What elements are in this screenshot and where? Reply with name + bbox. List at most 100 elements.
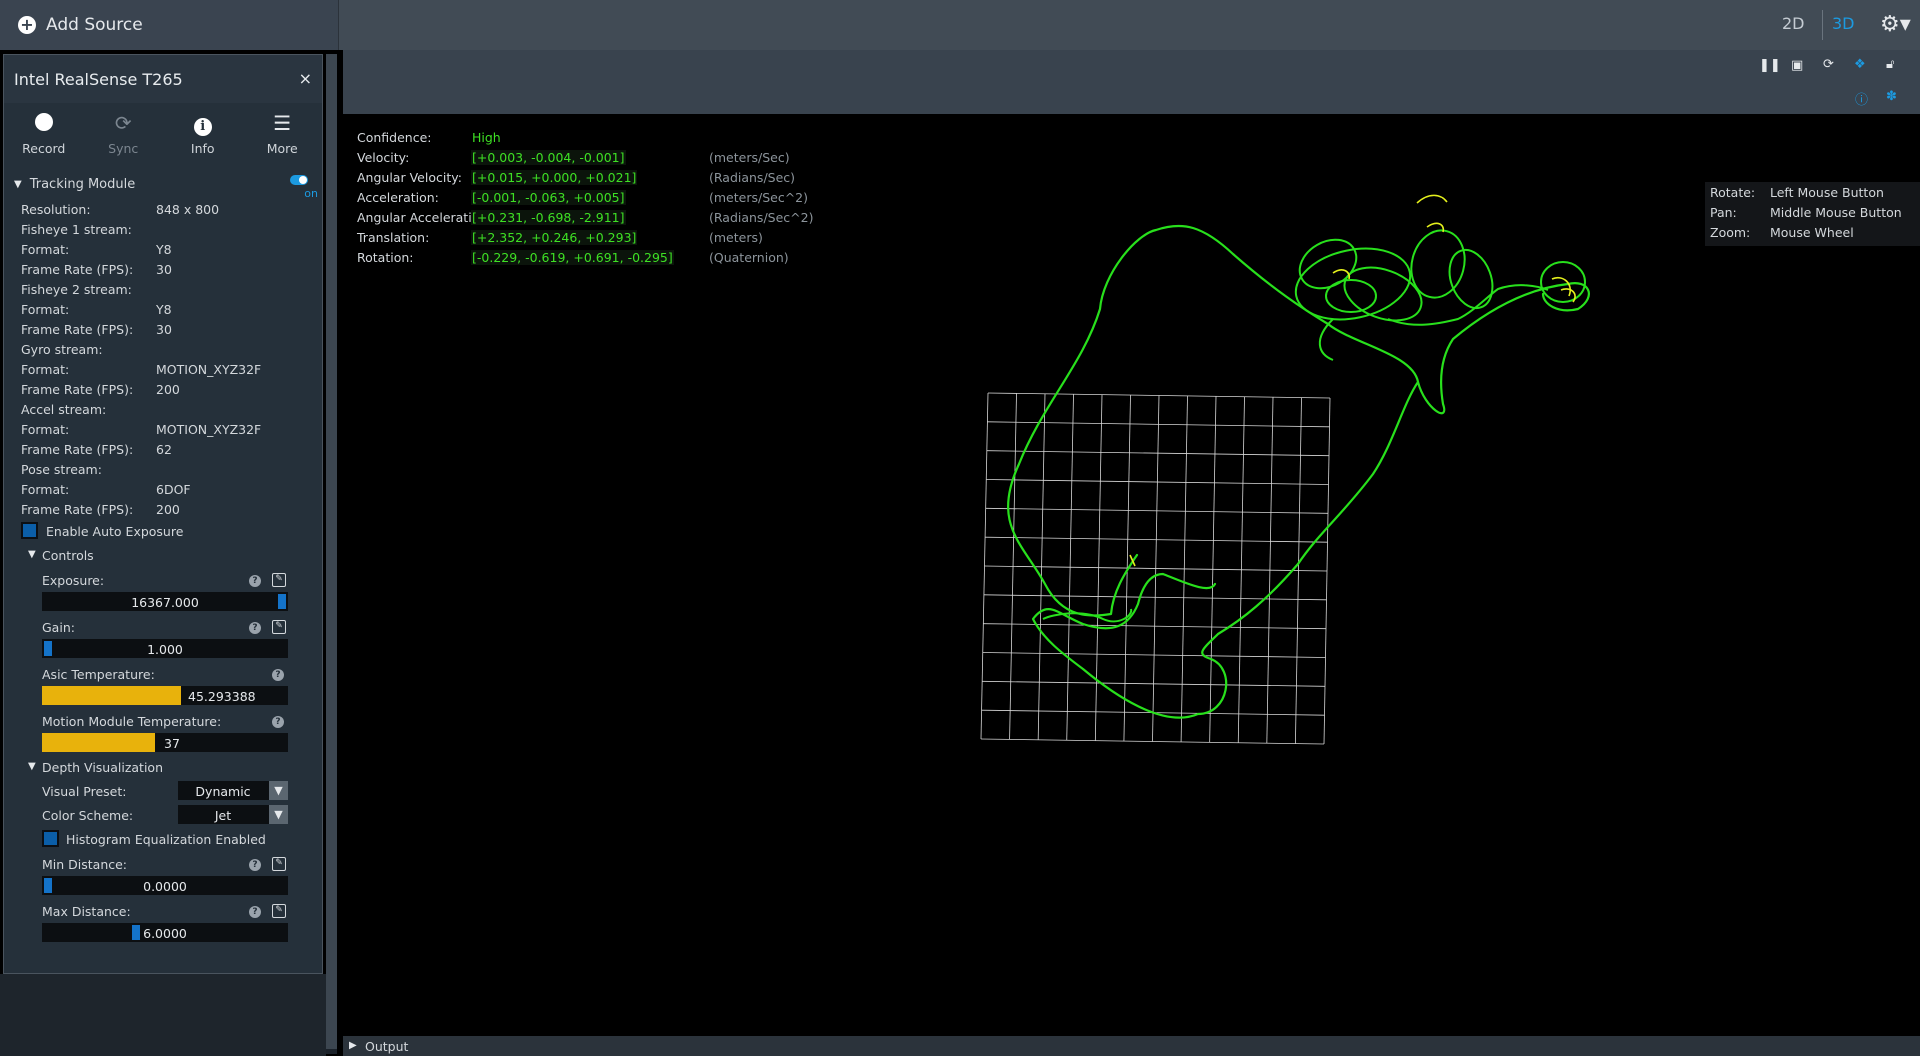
exposure-slider[interactable]: 16367.000 (42, 592, 288, 611)
motion-temperature-bar: 37 (42, 733, 288, 752)
asic-temperature-bar: 45.293388 (42, 686, 288, 705)
help-icon[interactable]: ? (272, 716, 284, 728)
exposure-slider-knob[interactable] (278, 594, 286, 609)
collapse-triangle-icon: ▼ (14, 178, 22, 190)
visual-preset-row: Visual Preset: Dynamic ▼ (4, 779, 322, 803)
pose-info-value: [+0.231, -0.698, -2.911] (471, 210, 626, 225)
pose-info-unit: (meters/Sec) (709, 150, 790, 165)
dropdown-arrow-icon[interactable]: ▼ (269, 805, 288, 824)
auto-exposure-label: Enable Auto Exposure (46, 524, 184, 539)
info-label: Info (190, 141, 215, 156)
stream-info-row: Format: MOTION_XYZ32F (4, 419, 322, 439)
more-button[interactable]: ☰ More (243, 103, 323, 169)
stream-info-key: Format: (21, 242, 70, 257)
stream-info-value: MOTION_XYZ32F (156, 362, 262, 377)
help-icon[interactable]: ? (249, 906, 261, 918)
refresh-icon[interactable]: ⟳ (1823, 57, 1834, 72)
stream-info-key: Format: (21, 302, 70, 317)
help-icon[interactable]: ? (249, 575, 261, 587)
edit-icon[interactable]: ✎ (272, 857, 286, 871)
output-panel-header[interactable]: ▶ Output (343, 1036, 1920, 1056)
motion-temperature-label: Motion Module Temperature: (42, 714, 222, 729)
view-2d-button[interactable]: 2D (1782, 14, 1805, 33)
stream-info-row: Pose stream: (4, 459, 322, 479)
auto-exposure-row[interactable]: Enable Auto Exposure (4, 519, 322, 543)
stream-info-row: Frame Rate (FPS): 200 (4, 499, 322, 519)
stream-info-key: Frame Rate (FPS): (21, 262, 134, 277)
pose-info-unit: (meters/Sec^2) (709, 190, 808, 205)
help-icon[interactable]: ? (249, 859, 261, 871)
help-icon[interactable]: ? (272, 669, 284, 681)
gear-icon[interactable]: ⚙▾ (1880, 12, 1911, 37)
min-distance-slider[interactable]: 0.0000 (42, 876, 288, 895)
min-distance-slider-knob[interactable] (44, 878, 52, 893)
stream-info-value: 30 (156, 262, 172, 277)
trajectory-path (1007, 224, 1590, 719)
pose-info-key: Angular Velocity: (357, 170, 462, 185)
left-panel-scrollbar[interactable] (326, 54, 337, 1054)
gain-slider-knob[interactable] (44, 641, 52, 656)
max-distance-label: Max Distance: (42, 904, 131, 919)
exposure-label: Exposure: (42, 573, 105, 588)
histogram-checkbox[interactable] (42, 830, 59, 847)
paw-icon[interactable]: ✽ (1886, 89, 1897, 104)
pose-info-value: [+2.352, +0.246, +0.293] (471, 230, 638, 245)
record-button[interactable]: Record (4, 103, 84, 169)
pause-icon[interactable]: ❚❚ (1759, 58, 1781, 73)
sync-icon: ⟳ (114, 111, 132, 135)
pose-info-key: Translation: (357, 230, 430, 245)
stream-info-value: 848 x 800 (156, 202, 220, 217)
gain-row: Gain: ? ✎ (4, 614, 322, 638)
output-label: Output (365, 1039, 409, 1054)
stream-info-key: Gyro stream: (21, 342, 103, 357)
sync-button[interactable]: ⟳ Sync (84, 103, 164, 169)
pose-info-unit: (meters) (709, 230, 763, 245)
stream-info-row: Frame Rate (FPS): 30 (4, 319, 322, 339)
sync-label: Sync (108, 141, 139, 156)
mouse-help-row: Rotate: Left Mouse Button (1705, 182, 1920, 202)
pose-info-key: Acceleration: (357, 190, 439, 205)
max-distance-slider[interactable]: 6.0000 (42, 923, 288, 942)
3d-viewer[interactable]: ❚❚ ▣ ⟳ ❖ 🔓︎ ⓘ ✽ Confidence: High Velocit… (343, 50, 1920, 1036)
trajectory-loops (1042, 229, 1586, 623)
stream-toggle[interactable] (290, 175, 308, 185)
stream-info-value: MOTION_XYZ32F (156, 422, 262, 437)
histogram-row[interactable]: Histogram Equalization Enabled (4, 827, 322, 851)
color-scheme-row: Color Scheme: Jet ▼ (4, 803, 322, 827)
close-icon[interactable]: × (299, 69, 312, 88)
gain-slider[interactable]: 1.000 (42, 639, 288, 658)
depth-visualization-header[interactable]: ▼ Depth Visualization (4, 755, 322, 779)
min-distance-row: Min Distance: ? ✎ (4, 851, 322, 875)
motion-temperature-value: 37 (164, 736, 180, 751)
view-3d-button[interactable]: 3D (1832, 14, 1855, 33)
controls-header[interactable]: ▼ Controls (4, 543, 322, 567)
auto-exposure-checkbox[interactable] (21, 522, 38, 539)
stream-info-key: Accel stream: (21, 402, 107, 417)
visual-preset-select[interactable]: Dynamic ▼ (178, 781, 288, 800)
asic-temperature-value: 45.293388 (188, 689, 256, 704)
add-source-button[interactable]: + Add Source (0, 0, 339, 50)
tracking-module-header[interactable]: ▼ Tracking Module on (4, 169, 322, 200)
edit-icon[interactable]: ✎ (272, 904, 286, 918)
add-source-label: Add Source (46, 15, 143, 35)
help-icon[interactable]: ? (249, 622, 261, 634)
dropdown-arrow-icon[interactable]: ▼ (269, 781, 288, 800)
cubes-icon[interactable]: ❖ (1854, 57, 1866, 72)
gain-value: 1.000 (147, 642, 183, 657)
save-icon[interactable]: ▣ (1791, 58, 1803, 73)
info-button[interactable]: i Info (163, 103, 243, 169)
info-circle-icon[interactable]: ⓘ (1855, 89, 1868, 108)
edit-icon[interactable]: ✎ (272, 620, 286, 634)
asic-temperature-row: Asic Temperature: ? (4, 661, 322, 685)
scrollbar-thumb[interactable] (326, 54, 337, 1049)
stream-info-row: Accel stream: (4, 399, 322, 419)
max-distance-value: 6.0000 (143, 926, 187, 941)
unlock-icon[interactable]: 🔓︎ (1886, 57, 1894, 72)
min-distance-label: Min Distance: (42, 857, 128, 872)
stream-info-row: Format: Y8 (4, 239, 322, 259)
edit-icon[interactable]: ✎ (272, 573, 286, 587)
color-scheme-value: Jet (214, 808, 232, 823)
color-scheme-select[interactable]: Jet ▼ (178, 805, 288, 824)
floor-grid (980, 392, 1331, 745)
histogram-label: Histogram Equalization Enabled (66, 832, 266, 847)
